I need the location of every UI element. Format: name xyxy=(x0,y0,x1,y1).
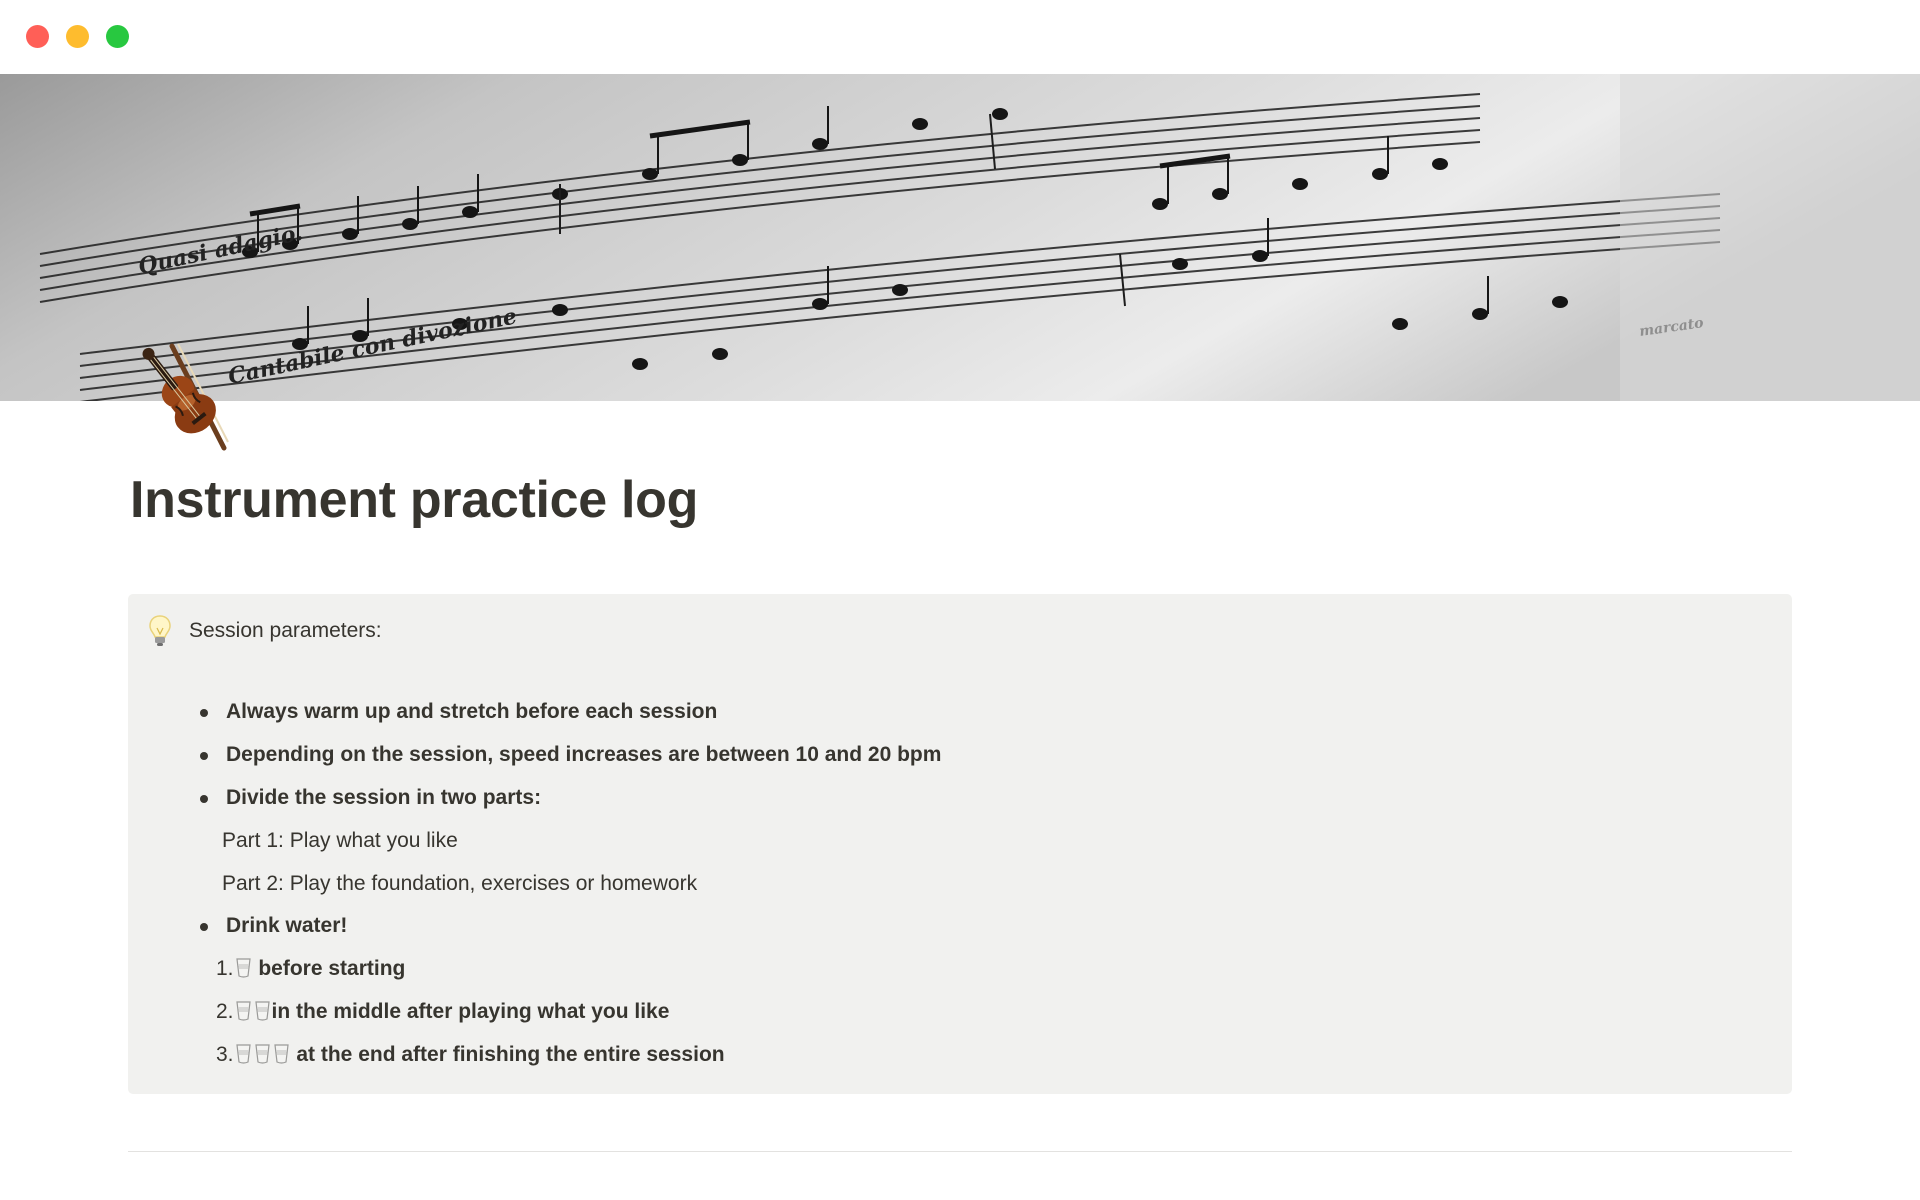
bullet-marker xyxy=(200,709,208,717)
cover-image[interactable]: Quasi adagio. Cantabile con divozione ma… xyxy=(0,74,1920,401)
window-zoom-button[interactable] xyxy=(106,25,129,48)
window-titlebar xyxy=(0,0,1920,74)
part-2-text: Part 2: Play the foundation, exercises o… xyxy=(222,872,698,895)
water-step-1: 1. before starting xyxy=(216,954,405,984)
cup-icon xyxy=(254,1044,270,1064)
bullet-warm-up: Always warm up and stretch before each s… xyxy=(226,700,718,723)
bullet-marker xyxy=(200,923,208,931)
cup-icon xyxy=(254,1001,270,1021)
water-step-3: 3. at the end after finishing the entire… xyxy=(216,1040,725,1070)
list-number: 1. xyxy=(216,957,234,980)
bullet-speed: Depending on the session, speed increase… xyxy=(226,743,942,766)
cup-icon xyxy=(235,1044,251,1064)
violin-icon[interactable] xyxy=(128,338,238,454)
part-1-text: Part 1: Play what you like xyxy=(222,829,458,852)
callout-heading: Session parameters: xyxy=(189,619,382,642)
water-step-3-text: at the end after finishing the entire se… xyxy=(290,1043,725,1066)
sheet-music-illustration: Quasi adagio. Cantabile con divozione ma… xyxy=(0,74,1920,401)
cup-icon xyxy=(273,1044,289,1064)
list-number: 2. xyxy=(216,1000,234,1023)
cup-icon xyxy=(235,958,251,978)
bullet-marker xyxy=(200,795,208,803)
bullet-drink: Drink water! xyxy=(226,914,348,937)
divider xyxy=(128,1151,1792,1152)
bullet-divide: Divide the session in two parts: xyxy=(226,786,542,809)
water-step-1-text: before starting xyxy=(252,957,406,980)
bullet-marker xyxy=(200,752,208,760)
list-number: 3. xyxy=(216,1043,234,1066)
window-minimize-button[interactable] xyxy=(66,25,89,48)
page-title[interactable]: Instrument practice log xyxy=(130,466,698,534)
lightbulb-icon[interactable] xyxy=(148,614,172,648)
water-step-2: 2. in the middle after playing what you l… xyxy=(216,997,669,1027)
window-close-button[interactable] xyxy=(26,25,49,48)
cup-icon xyxy=(235,1001,251,1021)
water-step-2-text: in the middle after playing what you lik… xyxy=(271,1000,670,1023)
